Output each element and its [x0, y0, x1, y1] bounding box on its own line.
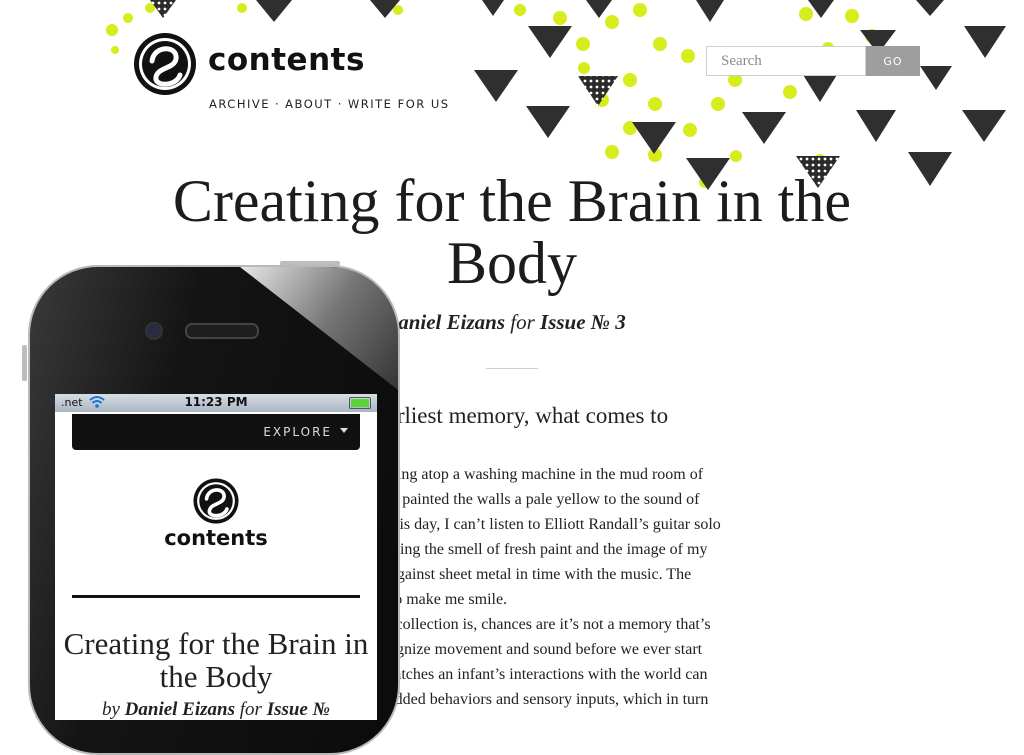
search-input[interactable]: [706, 46, 866, 76]
battery-icon: [349, 397, 371, 409]
nav-write-for-us-link[interactable]: WRITE FOR US: [348, 97, 450, 111]
phone-speaker: [185, 323, 259, 339]
phone-glare: [240, 267, 398, 407]
body-line: arliest recollection is, chances are it’…: [340, 616, 711, 633]
mobile-issue-link[interactable]: Issue №: [267, 699, 330, 720]
phone-side-button: [22, 345, 27, 381]
mobile-article-title: Creating for the Brain in the Body: [63, 626, 369, 694]
body-line: g away against sheet metal in time with …: [340, 566, 692, 583]
body-line: ver fail to make me smile.: [340, 591, 508, 608]
phone-screen: .net 11:23 PM EXPLORE contents Creating …: [55, 394, 377, 720]
body-line: by embedded behaviors and sensory inputs…: [340, 691, 709, 708]
nav-separator: ·: [275, 97, 281, 111]
mobile-divider: [72, 595, 360, 598]
byline-for: for: [510, 310, 535, 334]
body-line: rill. To this day, I can’t listen to Ell…: [340, 516, 721, 533]
brand-wordmark[interactable]: contents: [208, 42, 365, 78]
chevron-down-icon: [340, 428, 348, 433]
mobile-byline: by Daniel Eizans for Issue №: [55, 699, 377, 720]
explore-label: EXPLORE: [263, 425, 332, 439]
phone-camera-icon: [145, 322, 163, 340]
status-time: 11:23 PM: [184, 395, 248, 409]
mobile-byline-by: by: [101, 699, 120, 720]
main-nav: ARCHIVE · ABOUT · WRITE FOR US: [209, 97, 450, 111]
body-line: out recalling the smell of fresh paint a…: [340, 541, 708, 558]
contents-logo-icon[interactable]: [132, 31, 198, 97]
title-divider: [486, 368, 538, 369]
phone-status-bar: .net 11:23 PM: [55, 394, 377, 412]
issue-link[interactable]: Issue № 3: [540, 310, 626, 334]
body-line: on of sitting atop a washing machine in …: [340, 466, 704, 483]
nav-separator: ·: [337, 97, 343, 111]
mobile-brand-wordmark[interactable]: contents: [55, 526, 377, 550]
body-line: y parents painted the walls a pale yello…: [340, 491, 700, 508]
explore-menu-button[interactable]: EXPLORE: [72, 414, 360, 450]
body-line: d to recognize movement and sound before…: [340, 641, 703, 658]
mobile-byline-for: for: [239, 699, 262, 720]
mobile-author-link[interactable]: Daniel Eizans: [125, 699, 235, 720]
nav-archive-link[interactable]: ARCHIVE: [209, 97, 270, 111]
search-go-button[interactable]: GO: [866, 46, 920, 76]
body-line: e who watches an infant’s interactions w…: [340, 666, 708, 683]
nav-about-link[interactable]: ABOUT: [285, 97, 333, 111]
author-link[interactable]: aniel Eizans: [398, 310, 505, 334]
mobile-contents-logo-icon[interactable]: [192, 477, 240, 525]
article-body: on of sitting atop a washing machine in …: [340, 462, 840, 712]
